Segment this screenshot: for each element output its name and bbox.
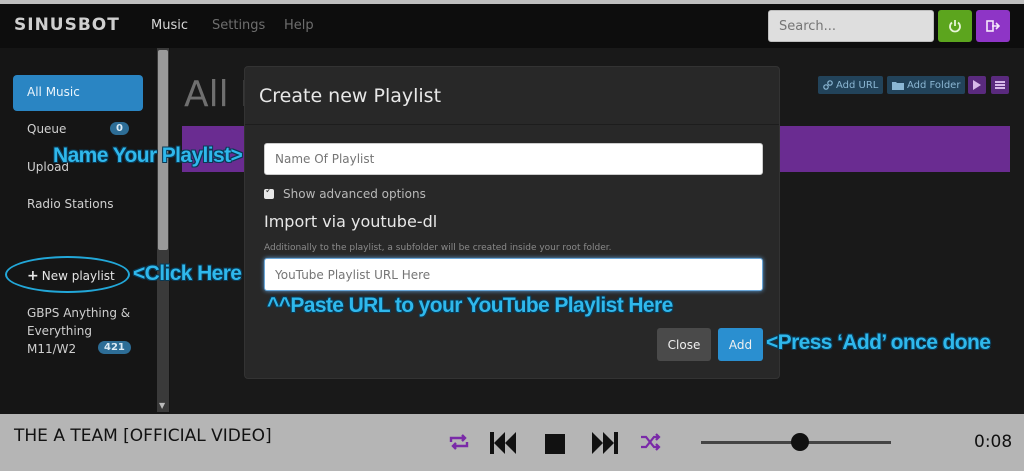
search-input[interactable] bbox=[768, 10, 934, 42]
elapsed-time: 0:08 bbox=[974, 432, 1013, 452]
power-icon bbox=[949, 20, 961, 33]
add-url-label: Add URL bbox=[836, 79, 879, 91]
player-bar: THE A TEAM [OFFICIAL VIDEO] 0:08 bbox=[0, 414, 1024, 471]
list-view-button[interactable] bbox=[991, 76, 1009, 94]
repeat-button[interactable] bbox=[448, 432, 470, 456]
close-button[interactable]: Close bbox=[657, 328, 711, 361]
next-button[interactable] bbox=[592, 432, 618, 458]
skip-back-icon bbox=[490, 432, 516, 454]
logout-icon bbox=[986, 20, 1000, 32]
add-folder-label: Add Folder bbox=[907, 79, 961, 91]
queue-count-badge: 0 bbox=[110, 122, 129, 135]
navbar: SINUSBOT Music Settings Help bbox=[0, 4, 1024, 48]
folder-icon bbox=[892, 82, 904, 90]
advanced-options-checkbox[interactable] bbox=[264, 186, 274, 199]
sidebar-item-radio-stations[interactable]: Radio Stations bbox=[27, 197, 113, 211]
annotation-name-playlist: Name Your Playlist> bbox=[53, 144, 243, 167]
now-playing-title: THE A TEAM [OFFICIAL VIDEO] bbox=[14, 426, 272, 446]
app-logo: SINUSBOT bbox=[14, 15, 120, 35]
play-icon bbox=[973, 80, 981, 90]
logout-button[interactable] bbox=[976, 10, 1010, 42]
annotation-press-add: <Press ‘Add’ once done bbox=[766, 331, 991, 354]
nav-settings[interactable]: Settings bbox=[212, 18, 265, 33]
add-button[interactable]: Add bbox=[718, 328, 763, 361]
youtube-url-input[interactable] bbox=[264, 258, 763, 291]
link-icon bbox=[823, 80, 833, 90]
repeat-icon bbox=[449, 434, 469, 450]
sidebar-item-all-music[interactable]: All Music bbox=[13, 75, 143, 111]
advanced-options-label: Show advanced options bbox=[283, 187, 426, 201]
import-help-text: Additionally to the playlist, a subfolde… bbox=[264, 243, 612, 253]
create-playlist-dialog: Create new Playlist Show advanced option… bbox=[244, 66, 780, 379]
advanced-options-row[interactable]: Show advanced options bbox=[264, 186, 426, 201]
dialog-divider bbox=[245, 124, 779, 125]
import-heading: Import via youtube-dl bbox=[264, 212, 438, 231]
annotation-paste-url: ^^Paste URL to your YouTube Playlist Her… bbox=[267, 294, 673, 317]
previous-button[interactable] bbox=[490, 432, 516, 458]
stop-button[interactable] bbox=[545, 434, 565, 458]
playlist-name-input[interactable] bbox=[264, 143, 763, 175]
scroll-down-icon[interactable]: ▼ bbox=[159, 401, 165, 410]
playlist-count-badge: 421 bbox=[98, 341, 131, 354]
add-folder-button[interactable]: Add Folder bbox=[887, 76, 966, 94]
highlight-ellipse bbox=[5, 256, 130, 293]
annotation-click-here: <Click Here bbox=[133, 262, 242, 285]
add-url-button[interactable]: Add URL bbox=[818, 76, 884, 94]
sidebar-item-queue[interactable]: Queue bbox=[27, 122, 66, 136]
shuffle-button[interactable] bbox=[640, 432, 662, 456]
shuffle-icon bbox=[641, 433, 661, 451]
nav-help[interactable]: Help bbox=[284, 18, 314, 33]
volume-slider-handle[interactable] bbox=[790, 433, 809, 451]
sidebar-scrollbar[interactable]: ▼ bbox=[157, 48, 169, 412]
play-all-button[interactable] bbox=[968, 76, 986, 94]
nav-music[interactable]: Music bbox=[151, 18, 188, 33]
dialog-title: Create new Playlist bbox=[259, 85, 442, 107]
list-icon bbox=[995, 81, 1005, 89]
skip-forward-icon bbox=[592, 432, 618, 454]
stop-icon bbox=[545, 434, 565, 454]
power-button[interactable] bbox=[938, 10, 972, 42]
sidebar: All Music Queue 0 Upload Radio Stations … bbox=[0, 48, 170, 414]
